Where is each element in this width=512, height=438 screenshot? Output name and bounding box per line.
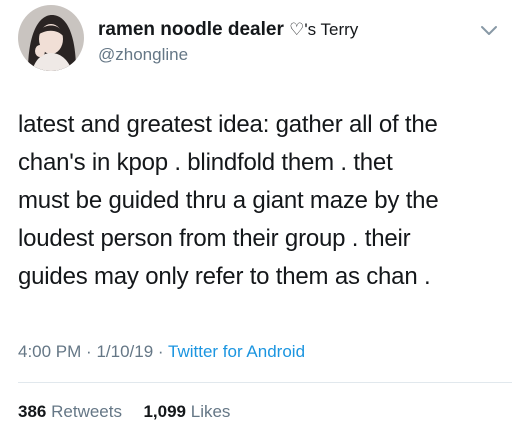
tweet-stats: 386 Retweets 1,099 Likes: [18, 402, 230, 422]
user-handle[interactable]: @zhongline: [98, 44, 358, 66]
tweet-line: chan's in kpop . blindfold them . thet: [18, 149, 393, 176]
tweet-line: must be guided thru a giant maze by the: [18, 187, 439, 214]
display-name-text: ramen noodle dealer: [98, 19, 284, 40]
display-name-suffix: ♡'s Terry: [289, 20, 359, 39]
tweet-line: latest and greatest idea: gather all of …: [18, 111, 438, 138]
likes-label: Likes: [190, 402, 231, 421]
avatar[interactable]: [18, 5, 84, 71]
retweets-stat[interactable]: 386 Retweets: [18, 402, 127, 421]
tweet-time[interactable]: 4:00 PM: [18, 342, 81, 361]
author-names: ramen noodle dealer ♡'s Terry @zhongline: [98, 19, 358, 66]
display-name[interactable]: ramen noodle dealer ♡'s Terry: [98, 19, 358, 41]
likes-stat[interactable]: 1,099 Likes: [143, 402, 230, 421]
tweet-card: ramen noodle dealer ♡'s Terry @zhongline…: [0, 0, 512, 438]
avatar-image: [18, 5, 84, 71]
tweet-date[interactable]: 1/10/19: [96, 342, 153, 361]
retweets-label: Retweets: [51, 402, 122, 421]
divider: [18, 382, 512, 383]
tweet-line: loudest person from their group . their: [18, 225, 411, 252]
retweets-count: 386: [18, 402, 47, 421]
tweet-text: latest and greatest idea: gather all of …: [18, 106, 502, 296]
tweet-source-link[interactable]: Twitter for Android: [168, 342, 305, 361]
meta-separator: ·: [157, 342, 164, 361]
chevron-down-icon[interactable]: [478, 23, 500, 39]
tweet-header: ramen noodle dealer ♡'s Terry @zhongline: [18, 5, 502, 75]
likes-count: 1,099: [143, 402, 186, 421]
meta-separator: ·: [86, 342, 92, 361]
tweet-meta: 4:00 PM · 1/10/19 · Twitter for Android: [18, 342, 305, 362]
tweet-line: guides may only refer to them as chan .: [18, 263, 431, 290]
